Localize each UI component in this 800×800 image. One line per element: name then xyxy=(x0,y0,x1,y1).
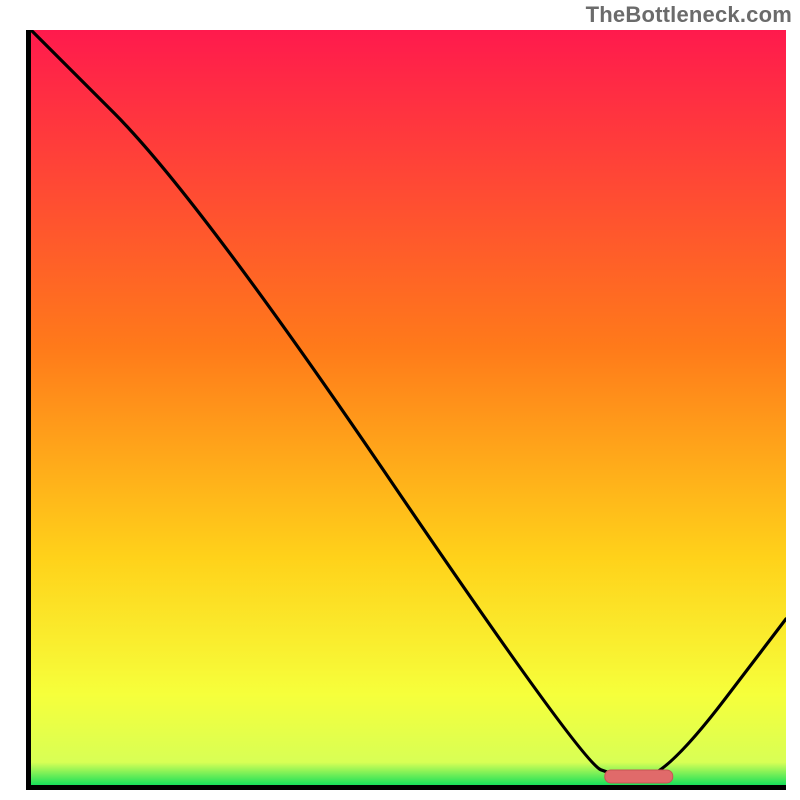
optimum-marker-rect xyxy=(605,770,673,783)
optimum-marker xyxy=(31,30,786,785)
watermark-text: TheBottleneck.com xyxy=(586,2,792,28)
chart-plot-area xyxy=(31,30,786,785)
